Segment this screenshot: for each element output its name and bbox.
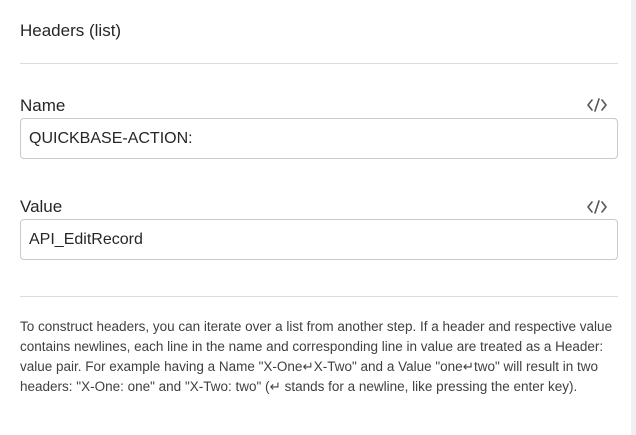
code-icon bbox=[587, 98, 607, 112]
value-code-toggle-button[interactable] bbox=[585, 198, 609, 216]
name-code-toggle-button[interactable] bbox=[585, 96, 609, 114]
value-input[interactable] bbox=[20, 219, 618, 260]
scroll-gutter bbox=[631, 0, 636, 435]
headers-list-panel: Headers (list) Name Value To construct h… bbox=[0, 0, 631, 435]
help-text: To construct headers, you can iterate ov… bbox=[20, 319, 613, 394]
name-field-label: Name bbox=[20, 96, 66, 115]
section-divider-top bbox=[20, 63, 618, 64]
name-input[interactable] bbox=[20, 118, 618, 159]
section-divider-bottom bbox=[20, 296, 618, 297]
code-icon bbox=[587, 200, 607, 214]
section-title: Headers (list) bbox=[20, 21, 122, 40]
value-field-label: Value bbox=[20, 197, 63, 216]
